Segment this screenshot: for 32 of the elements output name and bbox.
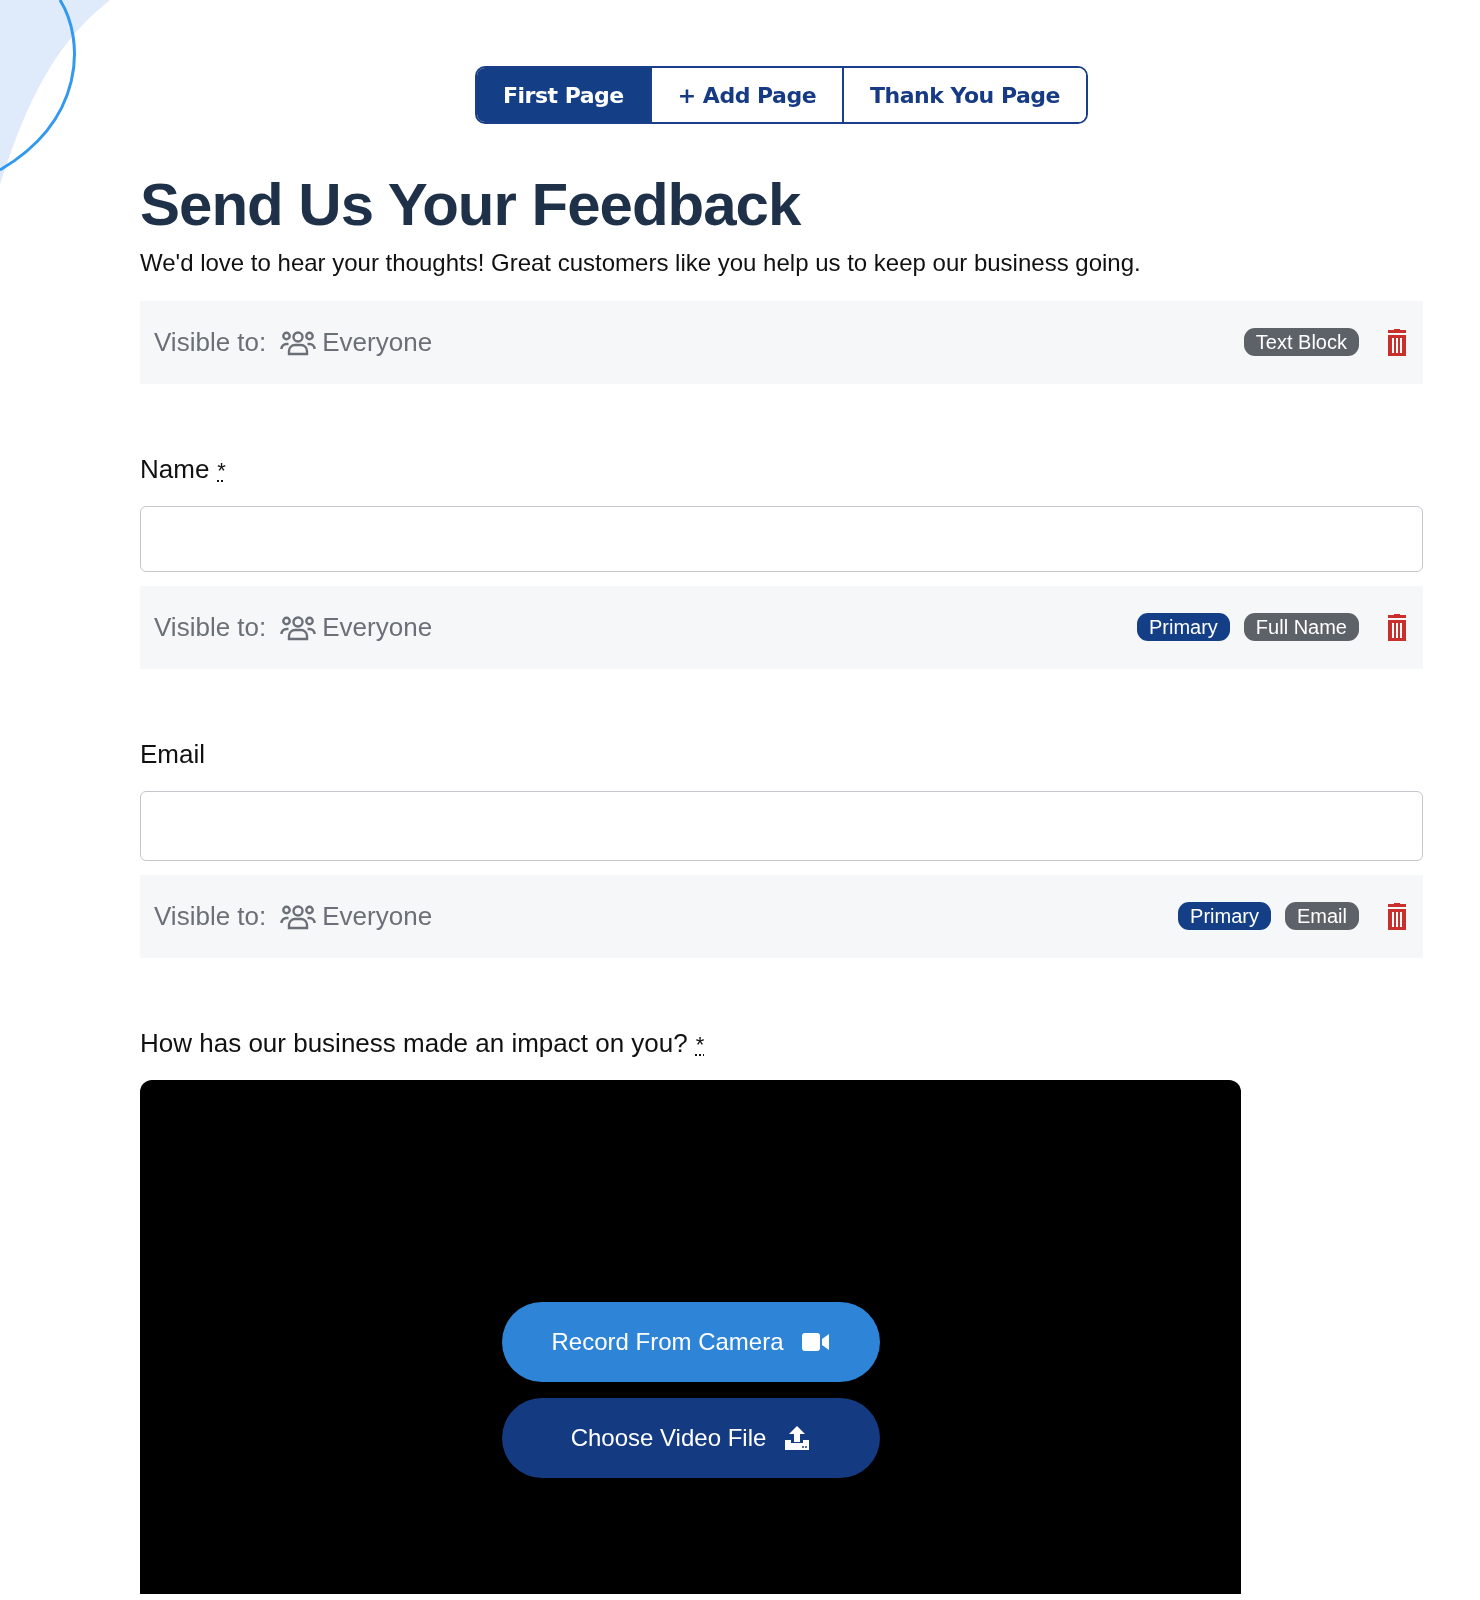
trash-icon[interactable] [1385,902,1409,931]
choose-file-button[interactable]: Choose Video File [501,1398,880,1478]
people-icon [280,614,317,641]
field-label: How has our business made an impact on you? [140,1028,688,1059]
video-camera-icon [801,1332,830,1352]
text-field[interactable] [140,506,1423,572]
text-field[interactable] [140,791,1423,861]
upload-icon [784,1425,811,1451]
primary-badge: Primary [1136,613,1230,641]
field-label: Name [140,454,210,485]
visibility-label: Visible to: [154,901,267,932]
visibility-label: Visible to: [154,612,267,643]
page-tab[interactable]: Thank You Page [842,68,1086,122]
field-type-badge: Email [1285,902,1359,930]
page-title: Send Us Your Feedback [140,170,802,239]
intro-text: We'd love to hear your thoughts! Great customers like you help us to keep our business going. [140,249,1142,277]
required-mark: * [217,458,226,484]
audience-selector[interactable]: Everyone [280,327,433,358]
field-type-badge: Text Block [1243,328,1359,356]
trash-icon[interactable] [1385,613,1409,642]
audience-selector[interactable]: Everyone [280,612,433,643]
record-button[interactable]: Record From Camera [501,1302,880,1382]
trash-icon[interactable] [1385,328,1409,357]
primary-badge: Primary [1178,902,1271,930]
field-label: Email [140,739,205,770]
audience-selector[interactable]: Everyone [280,901,433,932]
people-icon [280,903,317,930]
visibility-label: Visible to: [154,327,267,358]
page-tab[interactable]: First Page [477,68,650,122]
required-mark: * [695,1032,705,1058]
field-type-badge: Full Name [1243,613,1359,641]
people-icon [280,329,317,356]
